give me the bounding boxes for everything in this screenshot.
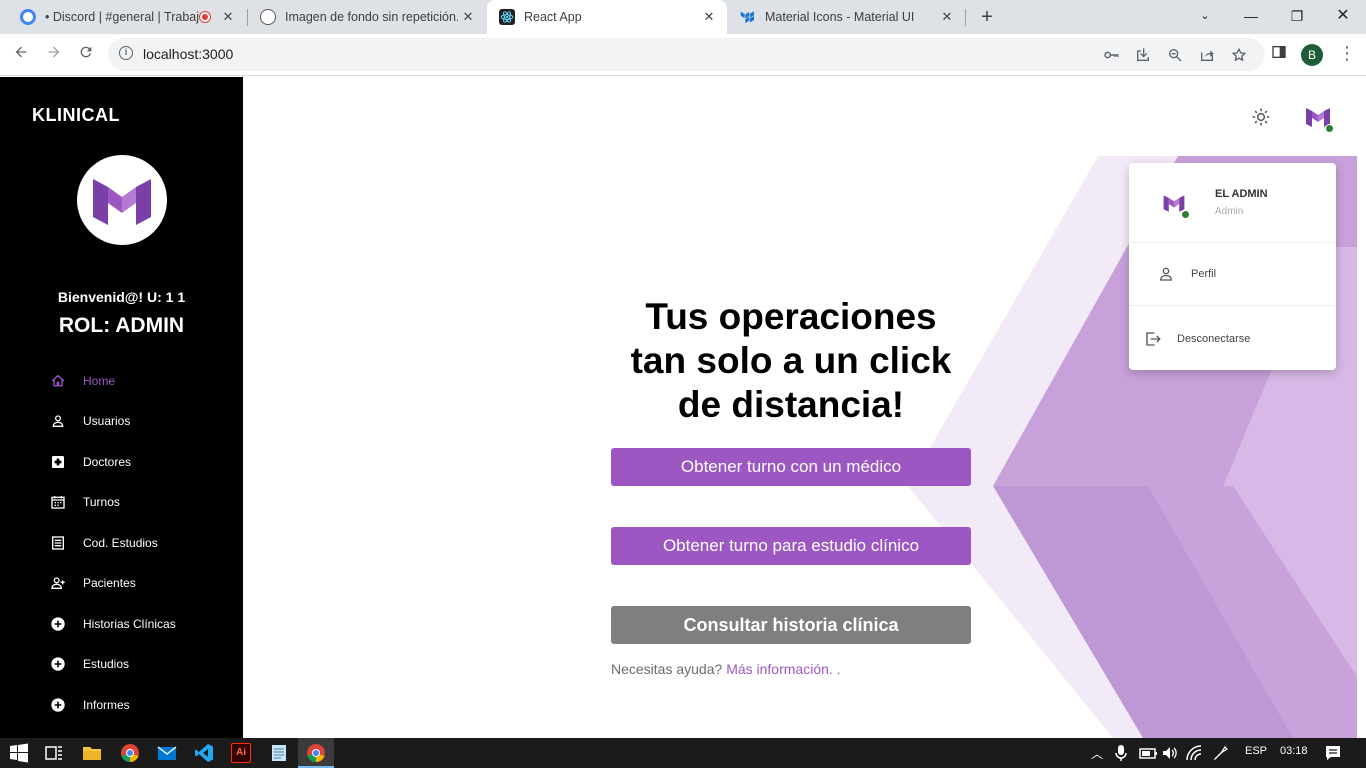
close-tab-icon[interactable]: ✕ — [699, 9, 719, 25]
illustrator-icon[interactable]: Ai — [231, 743, 251, 763]
medical-cross-icon — [52, 456, 64, 468]
tab-search-icon[interactable]: ⌄ — [1182, 0, 1228, 34]
tab-discord[interactable]: • Discord | #general | Trabaj ✕ — [8, 0, 246, 34]
more-info-link[interactable]: Más información. . — [726, 661, 840, 677]
historia-clinica-button[interactable]: Consultar historia clínica — [611, 606, 971, 644]
close-tab-icon[interactable]: ✕ — [458, 9, 478, 25]
windows-taskbar: Ai ︿ ESP 03:18 — [0, 738, 1366, 768]
language-indicator[interactable]: ESP — [1245, 745, 1267, 757]
pen-icon[interactable] — [1212, 745, 1230, 761]
profile-avatar[interactable]: B — [1301, 44, 1323, 66]
mui-icon — [740, 9, 756, 25]
browser-toolbar: i localhost:3000 B ⋮ — [0, 34, 1366, 76]
sidebar-item-informes[interactable]: Informes — [0, 690, 243, 720]
recording-icon — [200, 12, 210, 22]
notepad-icon[interactable] — [269, 743, 289, 763]
restore-button[interactable]: ❐ — [1274, 0, 1320, 34]
share-icon[interactable] — [1198, 47, 1216, 65]
person-icon — [52, 415, 64, 427]
online-status-dot — [1181, 210, 1190, 219]
role-text: ROL: ADMIN — [58, 314, 185, 337]
user-avatar-button[interactable] — [1303, 103, 1334, 133]
new-tab-button[interactable]: + — [975, 4, 999, 30]
back-arrow-icon[interactable] — [8, 42, 34, 68]
browser-tab-bar: • Discord | #general | Trabaj ✕ Imagen d… — [0, 0, 1366, 34]
react-icon — [499, 9, 515, 25]
side-panel-icon[interactable] — [1266, 42, 1292, 68]
close-tab-icon[interactable]: ✕ — [937, 9, 957, 25]
openai-icon — [260, 9, 276, 25]
chrome-icon[interactable] — [306, 743, 326, 763]
address-bar[interactable]: i localhost:3000 — [108, 38, 1265, 71]
site-info-icon[interactable]: i — [119, 46, 133, 60]
tab-chatgpt[interactable]: Imagen de fondo sin repetición. ✕ — [248, 0, 486, 34]
main-content: Tus operaciones tan solo a un click de d… — [243, 77, 1366, 738]
sidebar-item-historias-clinicas[interactable]: Historias Clínicas — [0, 609, 243, 639]
help-text: Necesitas ayuda? Más información. . — [611, 661, 841, 677]
chrome-icon[interactable] — [120, 743, 140, 763]
chrome-menu-icon[interactable]: ⋮ — [1338, 43, 1356, 64]
wifi-icon[interactable] — [1186, 745, 1204, 761]
bookmark-star-icon[interactable] — [1230, 47, 1248, 65]
zoom-icon[interactable] — [1166, 47, 1184, 65]
sidebar-item-doctores[interactable]: Doctores — [0, 447, 243, 477]
user-name: EL ADMIN — [1215, 188, 1268, 200]
tab-separator — [965, 9, 966, 26]
person-add-icon — [51, 577, 65, 589]
list-icon — [52, 536, 64, 550]
add-circle-icon — [51, 657, 65, 671]
minimize-button[interactable]: — — [1228, 0, 1274, 34]
key-icon[interactable] — [1102, 47, 1120, 65]
menu-item-perfil[interactable]: Perfil — [1129, 243, 1336, 306]
turno-estudio-button[interactable]: Obtener turno para estudio clínico — [611, 527, 971, 565]
klinical-logo-icon — [93, 179, 151, 225]
url-text[interactable]: localhost:3000 — [143, 46, 233, 62]
sidebar-item-estudios[interactable]: Estudios — [0, 649, 243, 679]
task-view-icon[interactable] — [44, 743, 64, 763]
speaker-icon[interactable] — [1161, 745, 1179, 761]
logout-icon — [1146, 331, 1161, 346]
app-root: KLINICAL Bienvenid@! U: 1 1 ROL: ADMIN H… — [0, 77, 1366, 738]
light-mode-icon[interactable] — [1251, 107, 1271, 127]
tray-chevron-icon[interactable]: ︿ — [1091, 745, 1103, 762]
mail-icon[interactable] — [157, 743, 177, 763]
sidebar-item-turnos[interactable]: Turnos — [0, 487, 243, 517]
sidebar: KLINICAL Bienvenid@! U: 1 1 ROL: ADMIN H… — [0, 77, 243, 738]
online-status-dot — [1325, 124, 1334, 133]
install-app-icon[interactable] — [1134, 47, 1152, 65]
tab-material-icons[interactable]: Material Icons - Material UI ✕ — [728, 0, 965, 34]
close-tab-icon[interactable]: ✕ — [218, 9, 238, 25]
windows-start-icon[interactable] — [9, 743, 29, 763]
welcome-text: Bienvenid@! U: 1 1 — [57, 289, 186, 305]
brand-title: KLINICAL — [32, 105, 120, 125]
tab-react-app[interactable]: React App ✕ — [487, 0, 727, 34]
vscode-icon[interactable] — [194, 743, 214, 763]
clock[interactable]: 03:18 — [1280, 745, 1308, 757]
user-menu-dropdown: EL ADMIN Admin Perfil Desconectarse — [1129, 163, 1336, 370]
home-icon — [52, 375, 64, 387]
forward-arrow-icon[interactable] — [41, 42, 67, 68]
sidebar-item-home[interactable]: Home — [0, 366, 243, 396]
battery-icon[interactable] — [1138, 745, 1158, 761]
add-circle-icon — [51, 617, 65, 631]
user-menu-header: EL ADMIN Admin — [1129, 163, 1336, 243]
add-circle-icon — [51, 698, 65, 712]
turno-medico-button[interactable]: Obtener turno con un médico — [611, 448, 971, 486]
microphone-icon[interactable] — [1113, 744, 1129, 762]
hero-heading: Tus operaciones tan solo a un click de d… — [630, 296, 952, 425]
user-role: Admin — [1215, 206, 1244, 217]
sidebar-item-cod-estudios[interactable]: Cod. Estudios — [0, 528, 243, 558]
sidebar-item-usuarios[interactable]: Usuarios — [0, 406, 243, 436]
logo-avatar — [77, 155, 167, 245]
menu-item-desconectarse[interactable]: Desconectarse — [1129, 307, 1336, 370]
close-window-button[interactable]: ✕ — [1320, 0, 1366, 34]
user-menu-avatar — [1161, 191, 1190, 219]
calendar-icon — [51, 496, 65, 509]
reload-icon[interactable] — [73, 42, 99, 68]
file-explorer-icon[interactable] — [82, 743, 102, 763]
notifications-icon[interactable] — [1324, 744, 1342, 762]
sidebar-item-pacientes[interactable]: Pacientes — [0, 568, 243, 598]
chrome-profile-icon — [20, 9, 36, 25]
person-outline-icon — [1160, 267, 1172, 281]
